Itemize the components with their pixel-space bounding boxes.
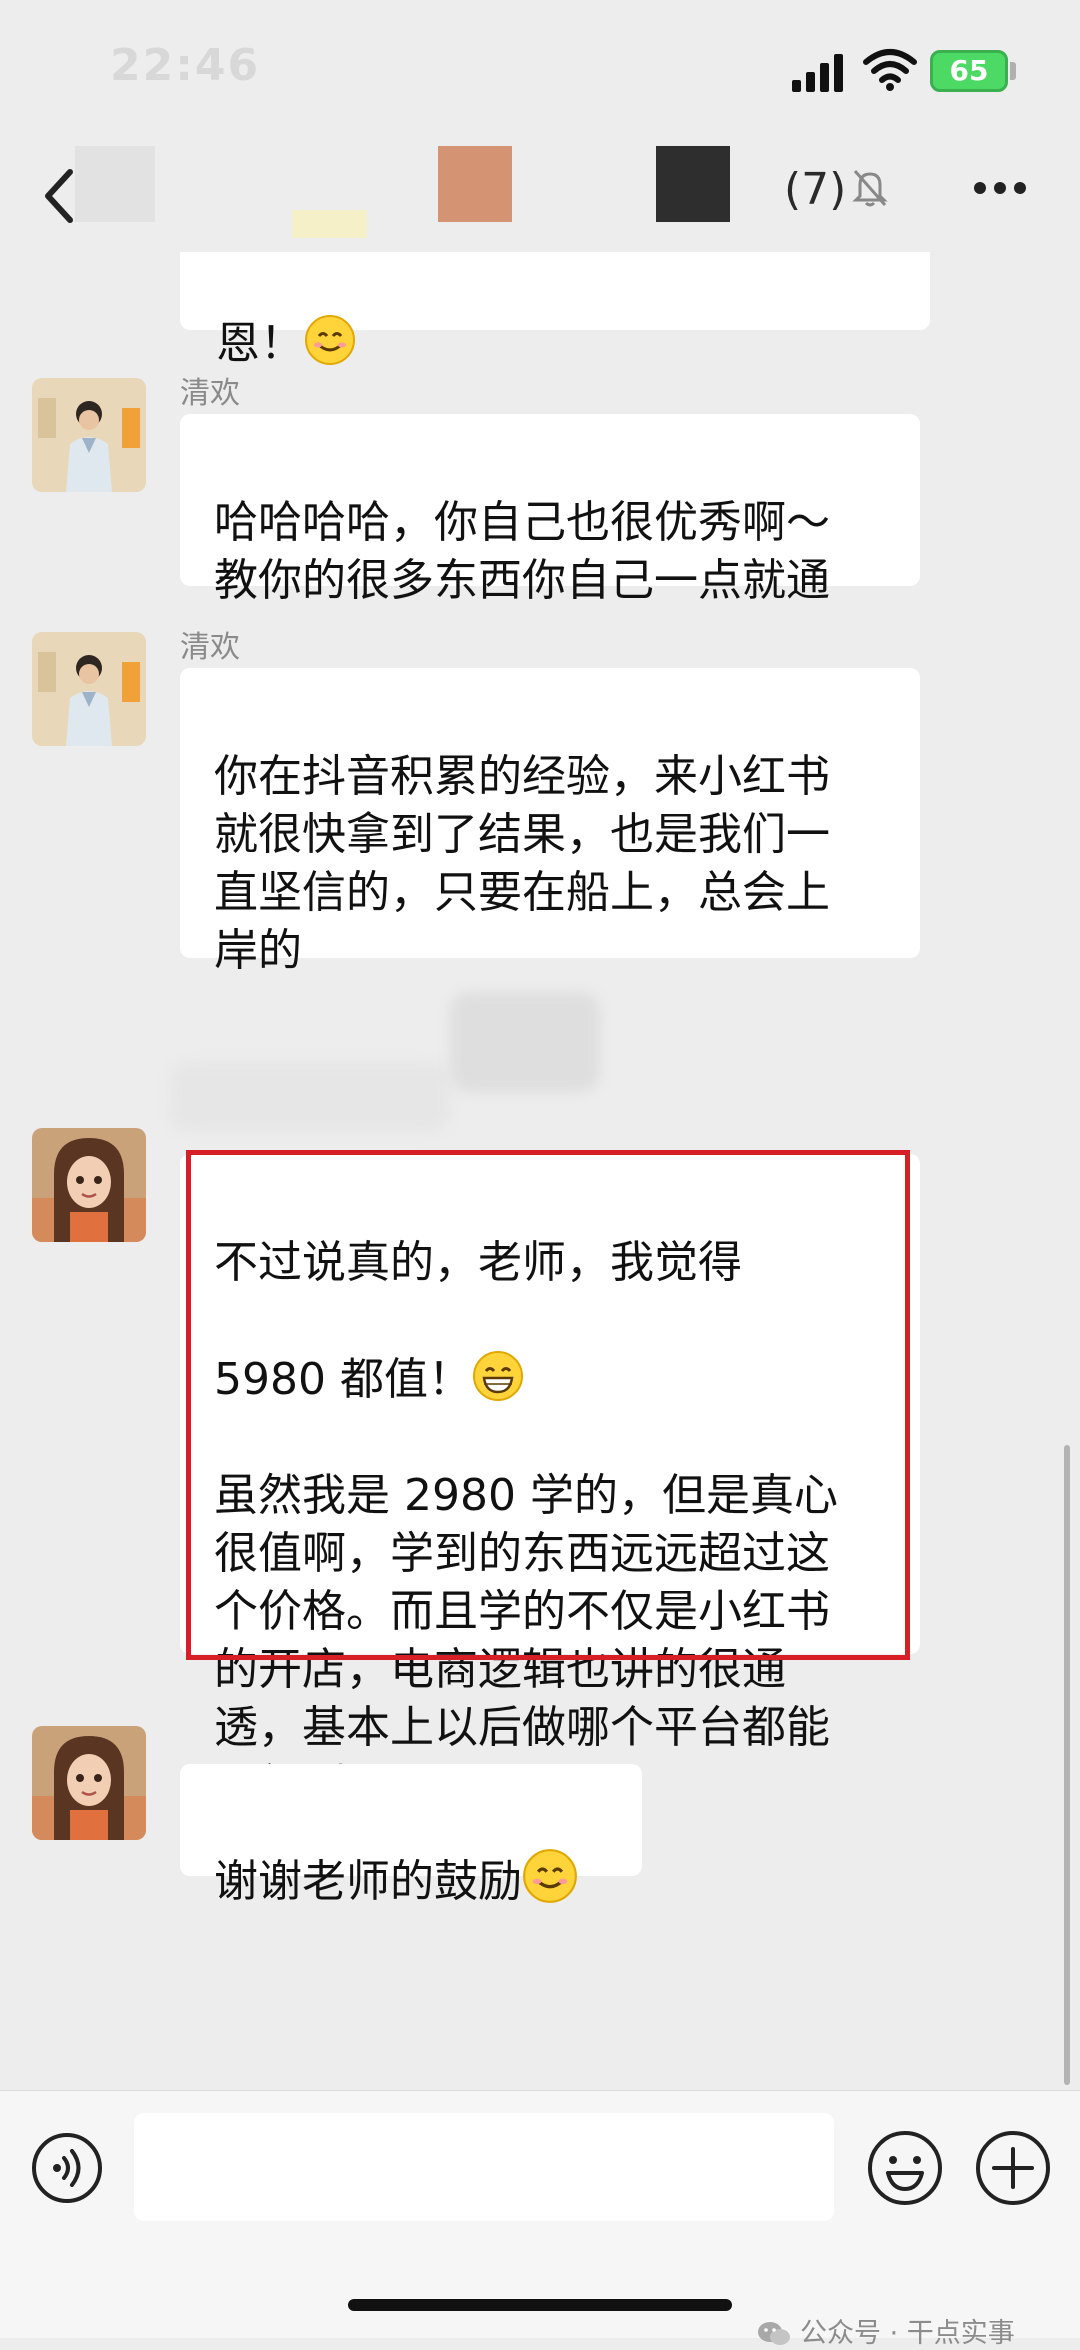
avatar-image — [32, 1128, 146, 1242]
message-text: 谢谢老师的鼓励 — [214, 1856, 522, 1907]
voice-icon[interactable] — [30, 2131, 104, 2205]
status-time: 22:46 — [110, 40, 261, 91]
avatar-image — [32, 1726, 146, 1840]
message-bubble[interactable]: 不过说真的，老师，我觉得 5980 都值！ 虽然我是 2980 学的，但是真心 … — [180, 1154, 920, 1811]
avatar[interactable] — [32, 1726, 146, 1840]
bell-off-icon — [852, 170, 888, 207]
plus-icon[interactable] — [974, 2129, 1052, 2207]
avatar-image — [32, 378, 146, 492]
message-input[interactable] — [134, 2113, 834, 2221]
avatar-image — [32, 632, 146, 746]
battery-cap — [1010, 62, 1016, 80]
message-text: 5980 都值！ — [214, 1354, 472, 1405]
grin-emoji-icon — [472, 1351, 523, 1401]
sender-name: 清欢 — [180, 630, 240, 665]
watermark: 公众号 · 干点实事 — [756, 2311, 1015, 2350]
message-bubble[interactable]: 谢谢老师的鼓励 — [180, 1764, 642, 1907]
wifi-icon — [863, 49, 917, 91]
title-redaction — [656, 146, 730, 222]
title-redaction — [292, 210, 367, 238]
redacted-area — [170, 1062, 450, 1132]
status-bar: 22:46 65 — [0, 0, 1080, 140]
sender-name: 清欢 — [180, 376, 240, 411]
redacted-area — [450, 992, 600, 1092]
message-bubble[interactable]: 你在抖音积累的经验，来小红书 就很快拿到了结果，也是我们一 直坚信的，只要在船上… — [180, 668, 920, 976]
watermark-text: 公众号 · 干点实事 — [800, 2318, 1015, 2349]
avatar[interactable] — [32, 632, 146, 746]
message-text: 你在抖音积累的经验，来小红书 就很快拿到了结果，也是我们一 直坚信的，只要在船上… — [214, 751, 830, 976]
message-text: 恩！ — [216, 318, 304, 369]
message-bubble[interactable]: 恩！ — [180, 252, 930, 369]
message-list[interactable]: 恩！ 清欢 哈哈哈哈，你自己也很优秀啊～ 教你的很多东西你自己一点就通 清欢 你… — [0, 252, 1080, 2088]
member-count: (7) — [784, 164, 847, 215]
message-text-line: 不过说真的，老师，我觉得 — [214, 1237, 742, 1288]
smile-icon[interactable] — [866, 2129, 944, 2207]
avatar[interactable] — [32, 378, 146, 492]
title-redaction — [75, 146, 155, 222]
message-bubble[interactable]: 哈哈哈哈，你自己也很优秀啊～ 教你的很多东西你自己一点就通 — [180, 414, 920, 606]
avatar[interactable] — [32, 1128, 146, 1242]
scrollbar[interactable] — [1064, 1445, 1070, 2085]
battery-icon: 65 — [930, 50, 1008, 92]
wechat-logo-icon — [758, 2322, 790, 2345]
home-indicator[interactable] — [348, 2299, 732, 2311]
smile-emoji-icon — [523, 1849, 577, 1903]
message-text: 虽然我是 2980 学的，但是真心 很值啊，学到的东西远远超过这 个价格。而且学… — [214, 1470, 838, 1811]
smile-emoji-icon — [305, 315, 355, 365]
message-text: 哈哈哈哈，你自己也很优秀啊～ 教你的很多东西你自己一点就通 — [214, 497, 830, 606]
chat-header: (7) — [0, 140, 1080, 252]
message-text-line: 5980 都值！ — [214, 1350, 886, 1409]
title-redaction — [438, 146, 512, 222]
signal-icon — [792, 54, 843, 92]
ellipsis-icon[interactable] — [972, 180, 1028, 196]
